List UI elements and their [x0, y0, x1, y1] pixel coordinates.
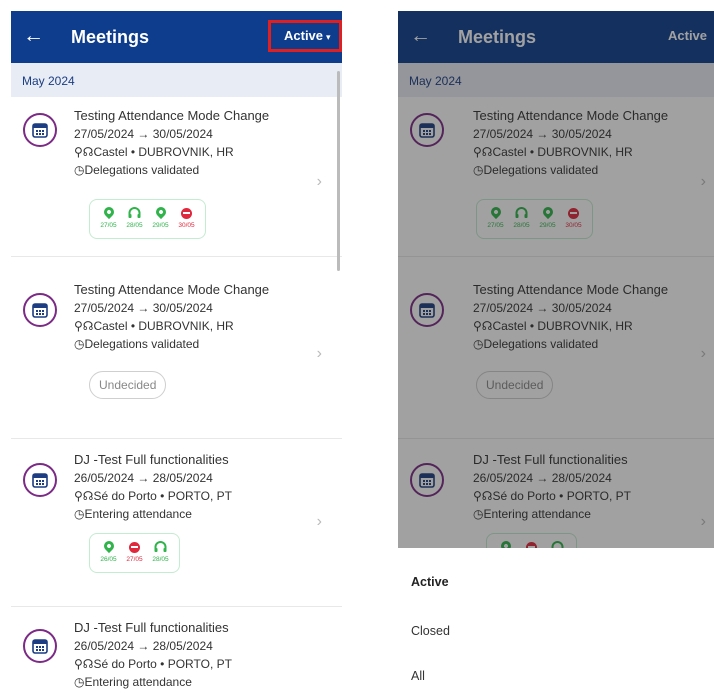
meeting-title: Testing Attendance Mode Change [74, 108, 270, 123]
chevron-right-icon: › [316, 173, 322, 190]
meeting-title: Testing Attendance Mode Change [74, 282, 270, 297]
headset-icon: ☊ [82, 657, 94, 671]
clock-icon: ◷ [74, 163, 85, 177]
meeting-dates: 26/05/2024 → 28/05/2024 [74, 471, 213, 485]
filter-option-all[interactable]: All [411, 669, 425, 683]
back-arrow-icon[interactable]: ← [23, 22, 44, 50]
attendance-day: 30/05 [176, 204, 197, 230]
attendance-day: 26/05 [98, 538, 119, 564]
meeting-status: Delegations validated [84, 163, 200, 177]
filter-options-sheet: Active Closed All [398, 548, 714, 693]
attendance-summary: 26/05 27/05 28/05 [89, 533, 180, 573]
calendar-icon [23, 463, 57, 497]
meeting-status: Entering attendance [84, 507, 192, 521]
meeting-location: Sé do Porto • PORTO, PT [93, 489, 232, 503]
location-pin-icon [101, 204, 116, 220]
location-icon: ⚲ [74, 319, 83, 333]
meeting-location: Sé do Porto • PORTO, PT [93, 657, 232, 671]
modal-backdrop[interactable] [398, 11, 714, 548]
absent-icon [129, 541, 140, 553]
meeting-location: Castel • DUBROVNIK, HR [93, 145, 234, 159]
meeting-card[interactable]: Testing Attendance Mode Change 27/05/202… [11, 97, 342, 257]
attendance-day: 28/05 [124, 204, 145, 230]
location-icon: ⚲ [74, 657, 83, 671]
meeting-status: Delegations validated [84, 337, 200, 351]
attendance-day: 27/05 [124, 538, 145, 564]
meeting-card[interactable]: DJ -Test Full functionalities 26/05/2024… [11, 607, 342, 693]
app-header: ← Meetings Active ▾ [11, 11, 342, 63]
headset-icon: ☊ [82, 319, 94, 333]
meeting-card[interactable]: DJ -Test Full functionalities 26/05/2024… [11, 439, 342, 607]
location-icon: ⚲ [74, 489, 83, 503]
attendance-day: 29/05 [150, 204, 171, 230]
chevron-right-icon: › [316, 513, 322, 530]
clock-icon: ◷ [74, 675, 85, 689]
clock-icon: ◷ [74, 507, 85, 521]
location-pin-icon [153, 204, 168, 220]
meeting-title: DJ -Test Full functionalities [74, 452, 229, 467]
month-section-header: May 2024 [11, 63, 342, 97]
filter-option-closed[interactable]: Closed [411, 624, 450, 638]
attendance-summary: 27/05 28/05 29/05 30/05 [89, 199, 206, 239]
chevron-down-icon: ▾ [326, 32, 331, 42]
headset-icon: ☊ [82, 489, 94, 503]
calendar-icon [23, 293, 57, 327]
meetings-screen-filter-open: ← Meetings Active May 2024 Testing Atten… [398, 11, 714, 693]
chevron-right-icon: › [316, 345, 322, 362]
meeting-dates: 27/05/2024 → 30/05/2024 [74, 301, 213, 315]
location-icon: ⚲ [74, 145, 83, 159]
filter-label: Active [284, 28, 324, 43]
page-title: Meetings [71, 27, 150, 47]
headset-icon [154, 541, 167, 552]
attendance-day: 28/05 [150, 538, 171, 564]
headset-icon: ☊ [82, 145, 94, 159]
location-pin-icon [101, 538, 116, 554]
attendance-status-badge: Undecided [89, 371, 167, 399]
calendar-icon [23, 113, 57, 147]
meetings-screen: ← Meetings Active ▾ May 2024 Testing Atte… [11, 11, 342, 693]
clock-icon: ◷ [74, 337, 85, 351]
status-filter-dropdown[interactable]: Active ▾ [268, 20, 342, 52]
meeting-card[interactable]: Testing Attendance Mode Change 27/05/202… [11, 267, 342, 439]
headset-icon [128, 207, 141, 218]
filter-option-active[interactable]: Active [411, 575, 449, 589]
meeting-status: Entering attendance [84, 675, 192, 689]
attendance-day: 27/05 [98, 204, 119, 230]
meeting-title: DJ -Test Full functionalities [74, 620, 229, 635]
meeting-dates: 27/05/2024 → 30/05/2024 [74, 127, 213, 141]
meeting-location: Castel • DUBROVNIK, HR [93, 319, 234, 333]
meeting-dates: 26/05/2024 → 28/05/2024 [74, 639, 213, 653]
scrollbar[interactable] [337, 71, 340, 271]
absent-icon [181, 207, 192, 219]
calendar-icon [23, 629, 57, 663]
